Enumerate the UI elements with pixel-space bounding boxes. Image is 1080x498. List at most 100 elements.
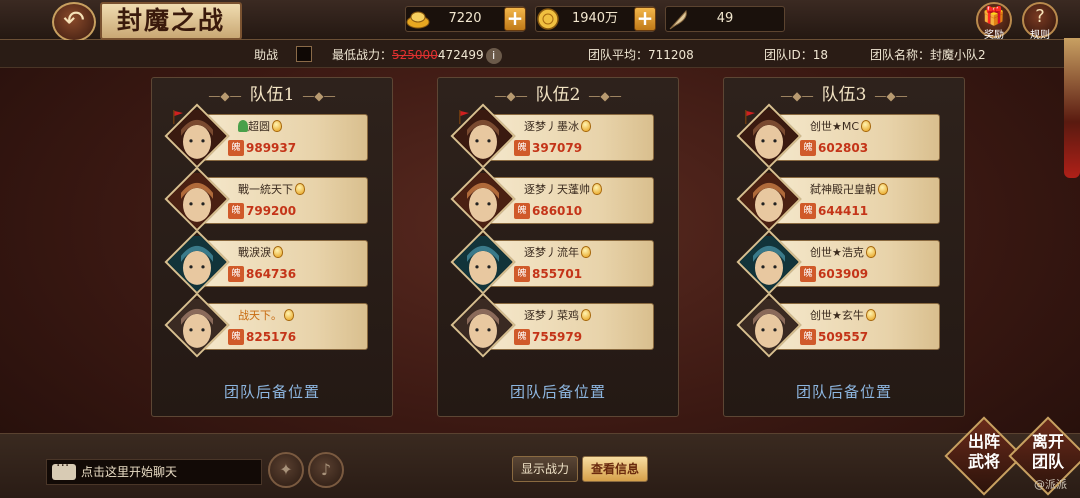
member-power: 509557 <box>818 329 869 344</box>
question-icon: ? <box>1035 6 1045 27</box>
backup-slot-button[interactable]: 团队后备位置 <box>724 381 964 402</box>
gold-ingot-plus-button[interactable]: + <box>504 7 526 31</box>
power-badge: 魄 <box>800 265 816 282</box>
feather-resource: 49 <box>665 6 785 32</box>
min-power-label: 最低战力： <box>332 48 393 62</box>
power-badge: 魄 <box>514 202 530 219</box>
chat-input[interactable]: 点击这里开始聊天 <box>46 459 262 485</box>
team-title: —◆— 队伍3 —◆— <box>724 82 964 108</box>
microphone-icon: ♪ <box>320 460 332 479</box>
tassel-decoration <box>1064 38 1080 178</box>
team-member-slot[interactable]: 逐梦丿菜鸡魄 755979 <box>450 292 660 358</box>
leave-text: 离开团队 <box>1031 432 1064 471</box>
member-name-text: 逐梦丿流年 <box>524 246 579 259</box>
power-badge: 魄 <box>800 139 816 156</box>
team-title-text: 队伍1 <box>249 85 295 105</box>
power-row: 魄 603909 <box>800 263 868 282</box>
power-row: 魄 825176 <box>228 326 297 345</box>
team-title: —◆— 队伍1 —◆— <box>152 82 392 108</box>
divider-left: —◆— <box>780 89 814 103</box>
power-badge: 魄 <box>514 328 530 345</box>
member-power: 799200 <box>246 203 297 218</box>
gold-ingot-resource: 7220 + <box>405 6 526 32</box>
team-member-slot[interactable]: 超圆魄 989937 <box>164 103 374 169</box>
member-name: 战天下。 <box>238 307 294 323</box>
captain-flag-icon <box>173 110 183 124</box>
member-name: 逐梦丿墨冰 <box>524 118 591 134</box>
member-name: 创世★浩克 <box>810 244 876 260</box>
team-member-slot[interactable]: 逐梦丿流年魄 855701 <box>450 229 660 295</box>
page-title: 封魔之战 <box>100 2 242 40</box>
egg-icon <box>581 120 591 132</box>
egg-icon <box>581 309 591 321</box>
member-name: 超圆 <box>238 118 282 134</box>
power-badge: 魄 <box>514 265 530 282</box>
egg-icon <box>295 183 305 195</box>
egg-icon <box>861 120 872 132</box>
divider-right: —◆— <box>874 89 908 103</box>
voice-button[interactable]: ♪ <box>308 452 344 488</box>
power-row: 魄 397079 <box>514 137 583 156</box>
watermark: @派派 <box>1034 478 1067 491</box>
team-title: —◆— 队伍2 —◆— <box>438 82 678 108</box>
team-title-text: 队伍2 <box>535 85 581 105</box>
min-power-old: 525000 <box>392 48 438 62</box>
assist-label: 助战 <box>254 48 279 62</box>
check-info-button[interactable]: 查看信息 <box>582 456 648 482</box>
member-name: 戰一統天下 <box>238 181 305 197</box>
back-button[interactable]: ↶ <box>52 2 96 42</box>
team-panel-1: —◆— 队伍1 —◆— 超圆魄 989937 戰一統天下魄 799200 戰淚淚魄 864736… <box>151 77 393 417</box>
info-icon[interactable]: i <box>485 47 502 64</box>
team-member-slot[interactable]: 创世★浩克魄 603909 <box>736 229 946 295</box>
reward-label: 奖励 <box>984 30 1004 41</box>
egg-icon <box>865 309 876 321</box>
gift-icon: 🎁 <box>982 6 1006 27</box>
power-badge: 魄 <box>228 328 244 345</box>
member-power: 989937 <box>246 140 297 155</box>
member-name: 逐梦丿菜鸡 <box>524 307 591 323</box>
member-power: 644411 <box>818 203 869 218</box>
power-badge: 魄 <box>228 202 244 219</box>
show-power-button[interactable]: 显示战力 <box>512 456 578 482</box>
backup-slot-button[interactable]: 团队后备位置 <box>438 381 678 402</box>
team-average: 团队平均：711208 <box>588 48 694 62</box>
chat-bubble-icon <box>52 458 76 480</box>
member-name-text: 弑神殿卍皇朝 <box>810 183 876 196</box>
team-id: 团队ID：18 <box>764 48 829 62</box>
min-power: 最低战力：525000472499 i <box>332 46 502 64</box>
divider-right: —◆— <box>302 89 336 103</box>
team-settings-button[interactable]: ✦ <box>268 452 304 488</box>
team-member-slot[interactable]: 戰一統天下魄 799200 <box>164 166 374 232</box>
team-member-slot[interactable]: 创世★MC 魄 602803 <box>736 103 946 169</box>
team-panel-2: —◆— 队伍2 —◆— 逐梦丿墨冰魄 397079 逐梦丿天蓬帅魄 686010 逐梦丿流年魄… <box>437 77 679 417</box>
member-name-text: 戰一統天下 <box>238 183 293 196</box>
power-row: 魄 686010 <box>514 200 583 219</box>
egg-icon <box>273 246 283 258</box>
team-member-slot[interactable]: 创世★玄牛魄 509557 <box>736 292 946 358</box>
team-member-slot[interactable]: 逐梦丿天蓬帅魄 686010 <box>450 166 660 232</box>
captain-flag-icon <box>745 110 755 124</box>
member-name-text: 创世★浩克 <box>810 246 864 259</box>
member-power: 602803 <box>818 140 869 155</box>
power-row: 魄 855701 <box>514 263 582 282</box>
captain-flag-icon <box>459 110 469 124</box>
coin-plus-button[interactable]: + <box>634 7 656 31</box>
team-panel-3: —◆— 队伍3 —◆— 创世★MC 魄 602803 弑神殿卍皇朝魄 644411 创世★浩克魄… <box>723 77 965 417</box>
team-member-slot[interactable]: 弑神殿卍皇朝魄 644411 <box>736 166 946 232</box>
member-name: 逐梦丿流年 <box>524 244 591 260</box>
member-power: 397079 <box>532 140 583 155</box>
egg-icon <box>878 183 888 195</box>
assist-checkbox[interactable] <box>296 46 312 62</box>
member-power: 825176 <box>246 329 297 344</box>
member-name: 戰淚淚 <box>238 244 283 260</box>
team-title-text: 队伍3 <box>821 85 867 105</box>
backup-slot-button[interactable]: 团队后备位置 <box>152 381 392 402</box>
egg-icon <box>284 309 294 321</box>
member-name-text: 戰淚淚 <box>238 246 271 259</box>
member-power: 686010 <box>532 203 583 218</box>
team-member-slot[interactable]: 战天下。魄 825176 <box>164 292 374 358</box>
team-member-slot[interactable]: 戰淚淚魄 864736 <box>164 229 374 295</box>
member-name: 创世★MC <box>810 118 872 134</box>
team-member-slot[interactable]: 逐梦丿墨冰魄 397079 <box>450 103 660 169</box>
feather-value: 49 <box>716 11 734 26</box>
